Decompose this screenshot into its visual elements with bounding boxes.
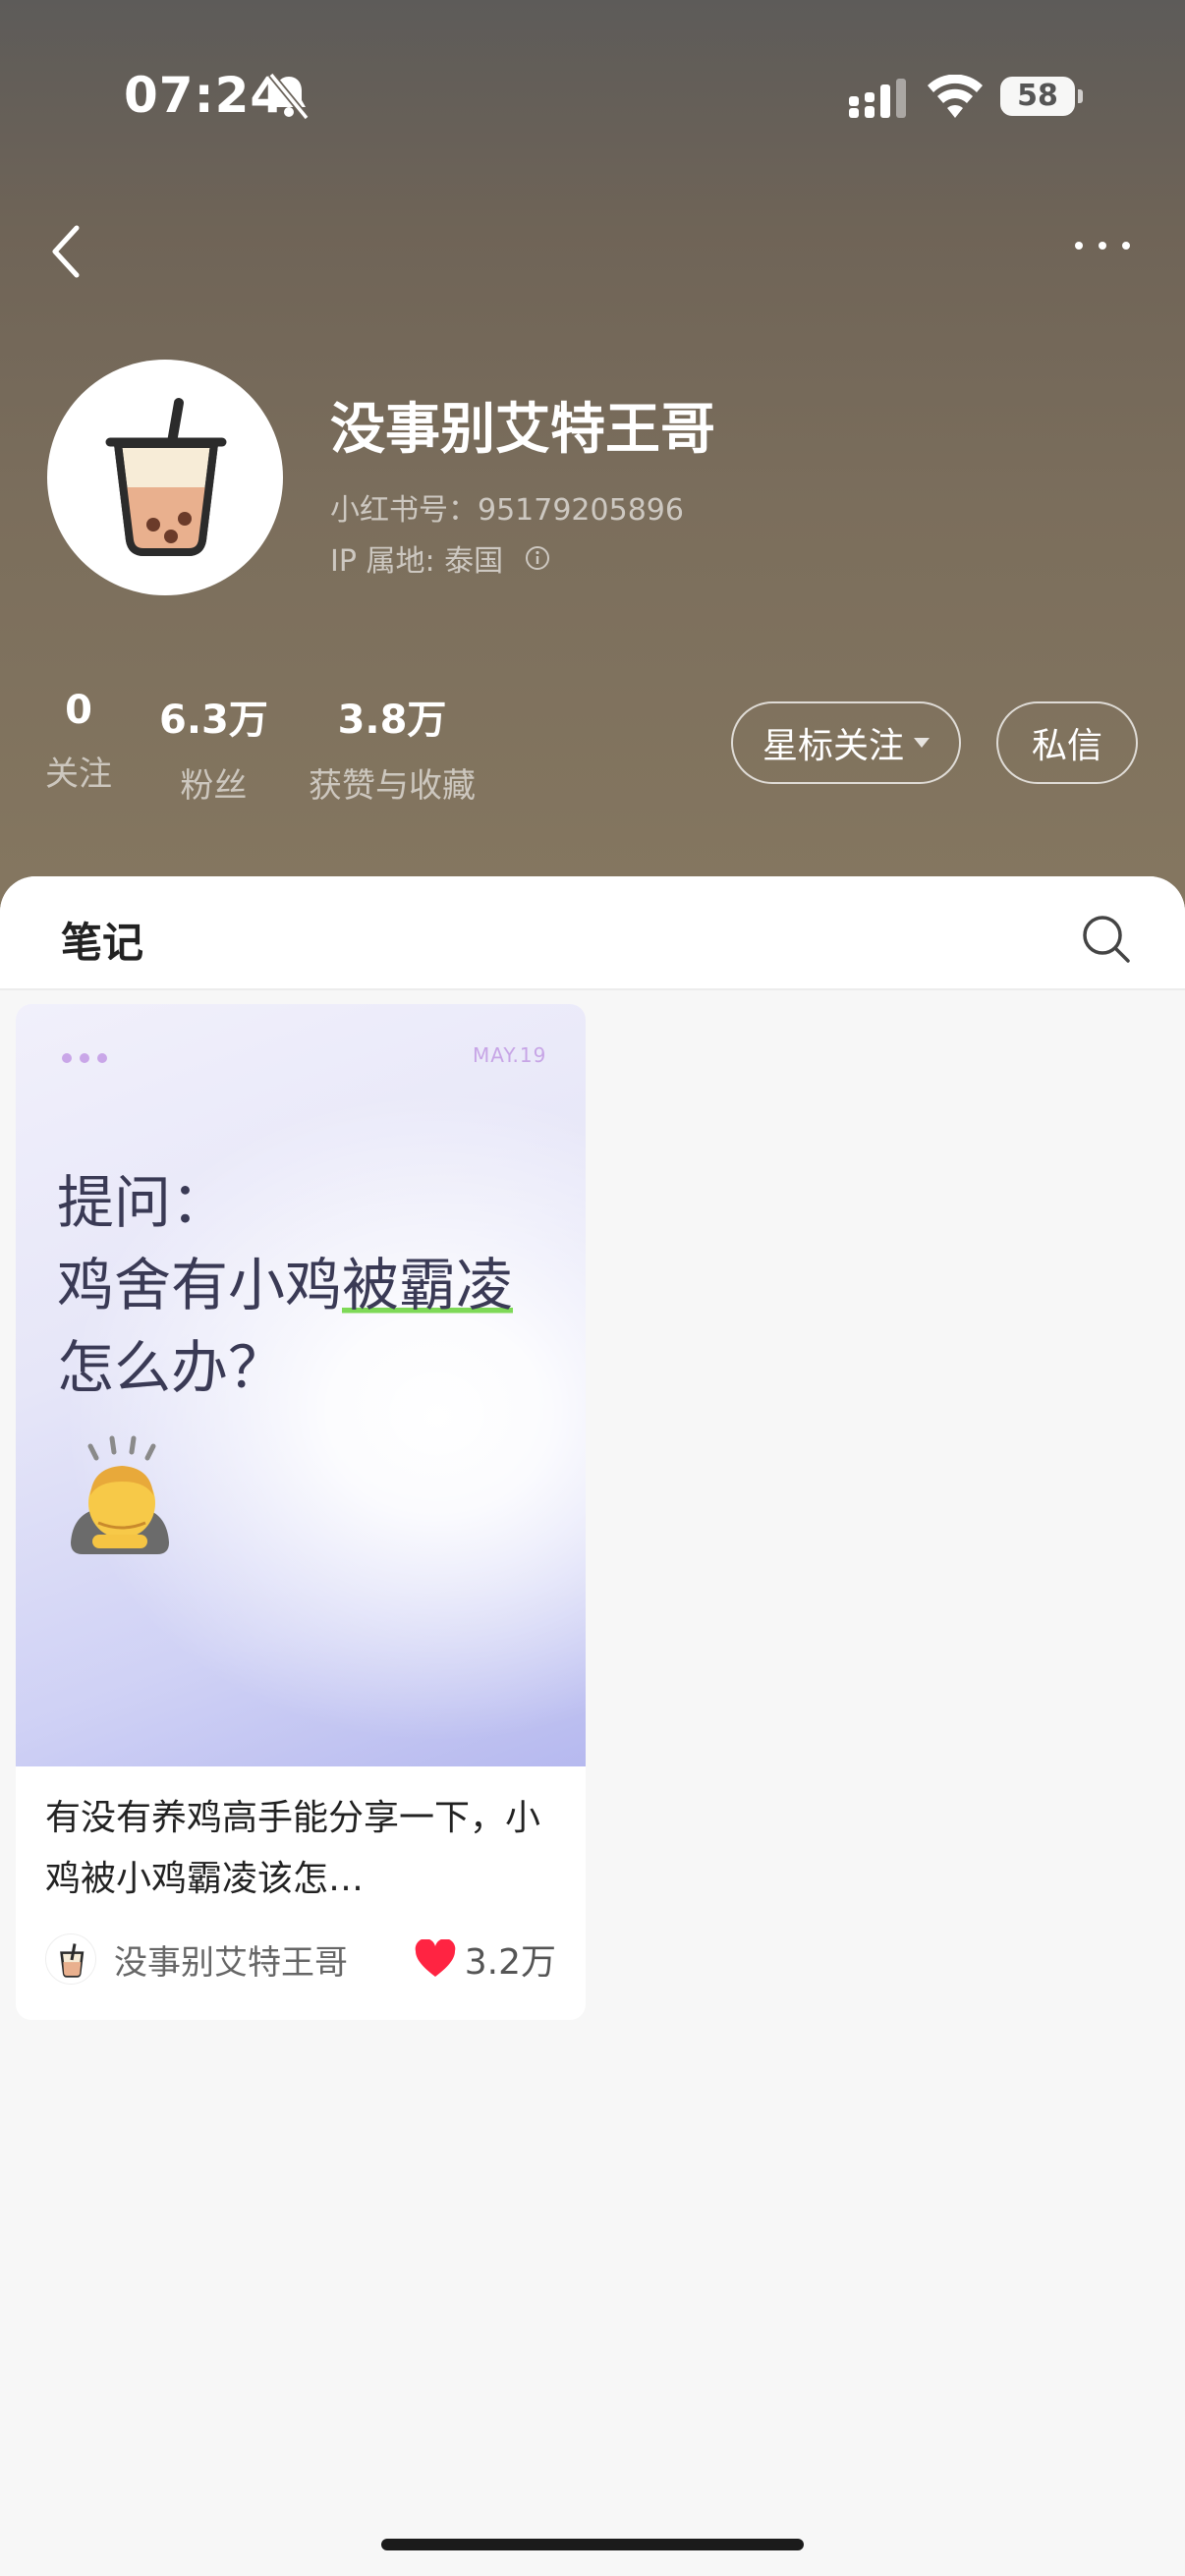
- wifi-icon: [928, 75, 983, 118]
- note-author-name: 没事别艾特王哥: [114, 1942, 348, 1983]
- back-arrow-icon[interactable]: [47, 222, 86, 281]
- search-icon[interactable]: [1081, 914, 1132, 965]
- battery-indicator: 58: [1000, 77, 1083, 116]
- stat-followers-label: 粉丝: [180, 766, 248, 806]
- bubble-tea-icon: [105, 398, 227, 556]
- stat-likes-collects[interactable]: 3.8万 获赞与收藏: [309, 688, 476, 807]
- tab-bar: 笔记: [0, 876, 1185, 990]
- cover-line-2-a: 鸡舍有小鸡: [57, 1252, 343, 1318]
- star-follow-label: 星标关注: [762, 726, 904, 766]
- profile-red-id: 小红书号：95179205896: [330, 493, 684, 528]
- chevron-down-icon: [914, 738, 930, 748]
- stat-followers[interactable]: 6.3万 粉丝: [159, 688, 268, 807]
- signal-icon: [849, 79, 906, 118]
- status-time: 07:24: [124, 67, 286, 124]
- status-bar: 07:24 58: [0, 0, 1185, 196]
- home-indicator[interactable]: [381, 2539, 804, 2550]
- cover-line-3: 怎么办？: [57, 1334, 286, 1401]
- note-card[interactable]: MAY.19 提问： 鸡舍有小鸡被霸凌 怎么办？ 有没有养鸡高手能分享一下，小鸡…: [16, 1004, 586, 2020]
- ip-location-text: IP 属地: 泰国: [330, 544, 504, 579]
- stat-following-value: 0: [65, 688, 92, 733]
- stat-likes-collects-value: 3.8万: [337, 698, 447, 743]
- note-title[interactable]: 有没有养鸡高手能分享一下，小鸡被小鸡霸凌该怎…: [45, 1788, 556, 1910]
- note-author-row: 没事别艾特王哥 3.2万: [45, 1932, 556, 1987]
- content-panel: 笔记 MAY.19 提问： 鸡舍有小鸡被霸凌 怎么办？ 有没有养鸡高手能分享一下…: [0, 876, 1185, 2576]
- message-button[interactable]: 私信: [996, 701, 1138, 784]
- heart-icon: [415, 1939, 456, 1977]
- stat-following-label: 关注: [45, 755, 112, 794]
- author-avatar[interactable]: [45, 1933, 96, 1985]
- tab-notes[interactable]: 笔记: [61, 910, 143, 970]
- like-button[interactable]: 3.2万: [414, 1933, 556, 1985]
- cover-date: MAY.19: [473, 1043, 547, 1067]
- cover-headline: 提问： 鸡舍有小鸡被霸凌 怎么办？: [57, 1161, 514, 1409]
- stat-likes-collects-label: 获赞与收藏: [309, 766, 476, 806]
- dots-decoration-icon: [62, 1053, 107, 1063]
- stat-following[interactable]: 0 关注: [45, 688, 112, 795]
- cover-line-1: 提问：: [57, 1169, 229, 1236]
- cover-line-2-highlight: 被霸凌: [342, 1252, 514, 1318]
- more-options-icon[interactable]: [1071, 234, 1134, 257]
- stat-followers-value: 6.3万: [159, 698, 268, 743]
- profile-nickname: 没事别艾特王哥: [330, 398, 715, 462]
- avatar[interactable]: [47, 360, 283, 595]
- note-cover[interactable]: MAY.19 提问： 鸡舍有小鸡被霸凌 怎么办？: [16, 1004, 586, 1766]
- info-icon[interactable]: [525, 545, 550, 571]
- bowing-person-icon: [71, 1435, 169, 1554]
- message-label: 私信: [1031, 726, 1102, 766]
- cover-line-2: 鸡舍有小鸡被霸凌: [57, 1244, 514, 1326]
- profile-ip-location: IP 属地: 泰国: [330, 536, 550, 580]
- bell-slash-icon: [268, 72, 310, 121]
- star-follow-button[interactable]: 星标关注: [731, 701, 961, 784]
- bubble-tea-icon: [60, 1943, 85, 1978]
- like-count: 3.2万: [464, 1942, 556, 1983]
